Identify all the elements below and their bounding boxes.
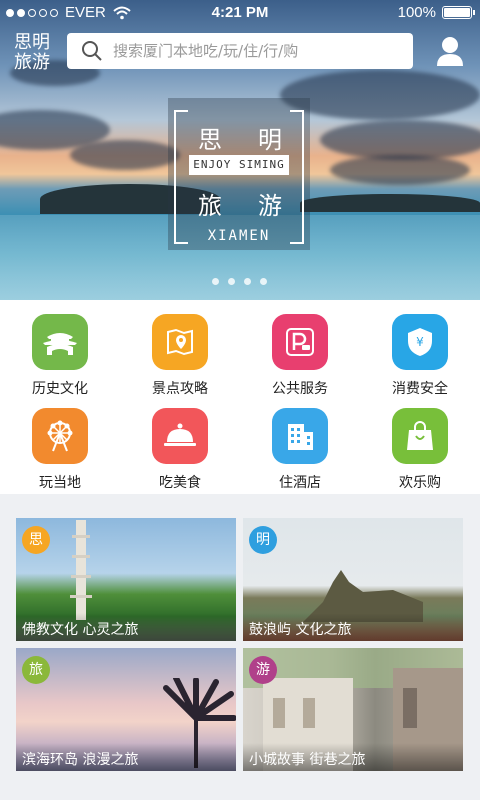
hero-title-char: 思 xyxy=(198,126,224,154)
search-bar[interactable] xyxy=(67,33,413,69)
feature-card-alley[interactable]: 游 小城故事 街巷之旅 xyxy=(243,648,463,771)
category-food[interactable]: 吃美食 xyxy=(120,408,240,492)
card-caption: 小城故事 街巷之旅 xyxy=(243,743,463,771)
category-attractions[interactable]: 景点攻略 xyxy=(120,314,240,398)
category-label: 历史文化 xyxy=(32,381,88,397)
ferris-wheel-icon xyxy=(32,408,88,464)
search-icon xyxy=(82,41,102,61)
cloud xyxy=(320,120,480,160)
category-label: 消费安全 xyxy=(392,381,448,397)
battery-percent: 100% xyxy=(397,4,436,21)
category-label: 玩当地 xyxy=(39,475,81,491)
category-grid: 历史文化 景点攻略 公共服务 ¥ 消费安全 玩当地 吃美食 住酒店 欢乐购 xyxy=(0,300,480,494)
card-caption: 佛教文化 心灵之旅 xyxy=(16,613,236,641)
cloud xyxy=(70,140,180,170)
user-avatar-icon[interactable] xyxy=(434,35,466,67)
building-icon xyxy=(272,408,328,464)
status-bar: EVER 4:21 PM 100% xyxy=(0,0,480,24)
category-label: 景点攻略 xyxy=(152,381,208,397)
island xyxy=(300,194,480,212)
card-badge: 明 xyxy=(249,526,277,554)
card-caption: 滨海环岛 浪漫之旅 xyxy=(16,743,236,771)
parking-icon xyxy=(272,314,328,370)
category-label: 欢乐购 xyxy=(399,475,441,491)
feature-card-gulangyu[interactable]: 明 鼓浪屿 文化之旅 xyxy=(243,518,463,641)
pagoda-image xyxy=(70,520,92,620)
category-play-local[interactable]: 玩当地 xyxy=(0,408,120,492)
svg-text:¥: ¥ xyxy=(416,335,424,349)
shield-yen-icon: ¥ xyxy=(392,314,448,370)
pager-dot[interactable] xyxy=(260,278,267,285)
pager-dot[interactable] xyxy=(212,278,219,285)
search-input[interactable] xyxy=(113,42,393,60)
category-label: 公共服务 xyxy=(272,381,328,397)
cloud xyxy=(280,70,480,120)
gate-icon xyxy=(32,314,88,370)
card-caption: 鼓浪屿 文化之旅 xyxy=(243,613,463,641)
battery-indicator: 100% xyxy=(397,4,475,21)
hero-title-char: 明 xyxy=(258,126,284,154)
shopping-bag-icon xyxy=(392,408,448,464)
brand-logo[interactable]: 思明 旅游 xyxy=(14,33,54,73)
cloud xyxy=(330,155,470,185)
brand-line: 思明 xyxy=(14,32,50,53)
pager-dot[interactable] xyxy=(244,278,251,285)
category-public-services[interactable]: 公共服务 xyxy=(240,314,360,398)
brand-line: 旅游 xyxy=(14,52,50,73)
card-badge: 思 xyxy=(22,526,50,554)
category-label: 吃美食 xyxy=(159,475,201,491)
hero-title-char: 游 xyxy=(258,192,284,220)
category-history[interactable]: 历史文化 xyxy=(0,314,120,398)
hero-title-char: 旅 xyxy=(198,192,224,220)
hero-city-label: XIAMEN xyxy=(207,228,271,244)
category-hotels[interactable]: 住酒店 xyxy=(240,408,360,492)
card-badge: 游 xyxy=(249,656,277,684)
hero-enjoy-label: ENJOY SIMING xyxy=(189,155,289,175)
map-pin-icon xyxy=(152,314,208,370)
carousel-pager[interactable] xyxy=(212,278,267,285)
feature-card-buddhism[interactable]: 思 佛教文化 心灵之旅 xyxy=(16,518,236,641)
feature-card-seaside[interactable]: 旅 滨海环岛 浪漫之旅 xyxy=(16,648,236,771)
pager-dot[interactable] xyxy=(228,278,235,285)
cloche-icon xyxy=(152,408,208,464)
category-label: 住酒店 xyxy=(279,475,321,491)
category-shopping[interactable]: 欢乐购 xyxy=(360,408,480,492)
card-badge: 旅 xyxy=(22,656,50,684)
category-consumer-safety[interactable]: ¥ 消费安全 xyxy=(360,314,480,398)
hero-title-box: 思 明 ENJOY SIMING 旅 游 XIAMEN xyxy=(168,98,310,250)
battery-icon xyxy=(442,6,475,19)
